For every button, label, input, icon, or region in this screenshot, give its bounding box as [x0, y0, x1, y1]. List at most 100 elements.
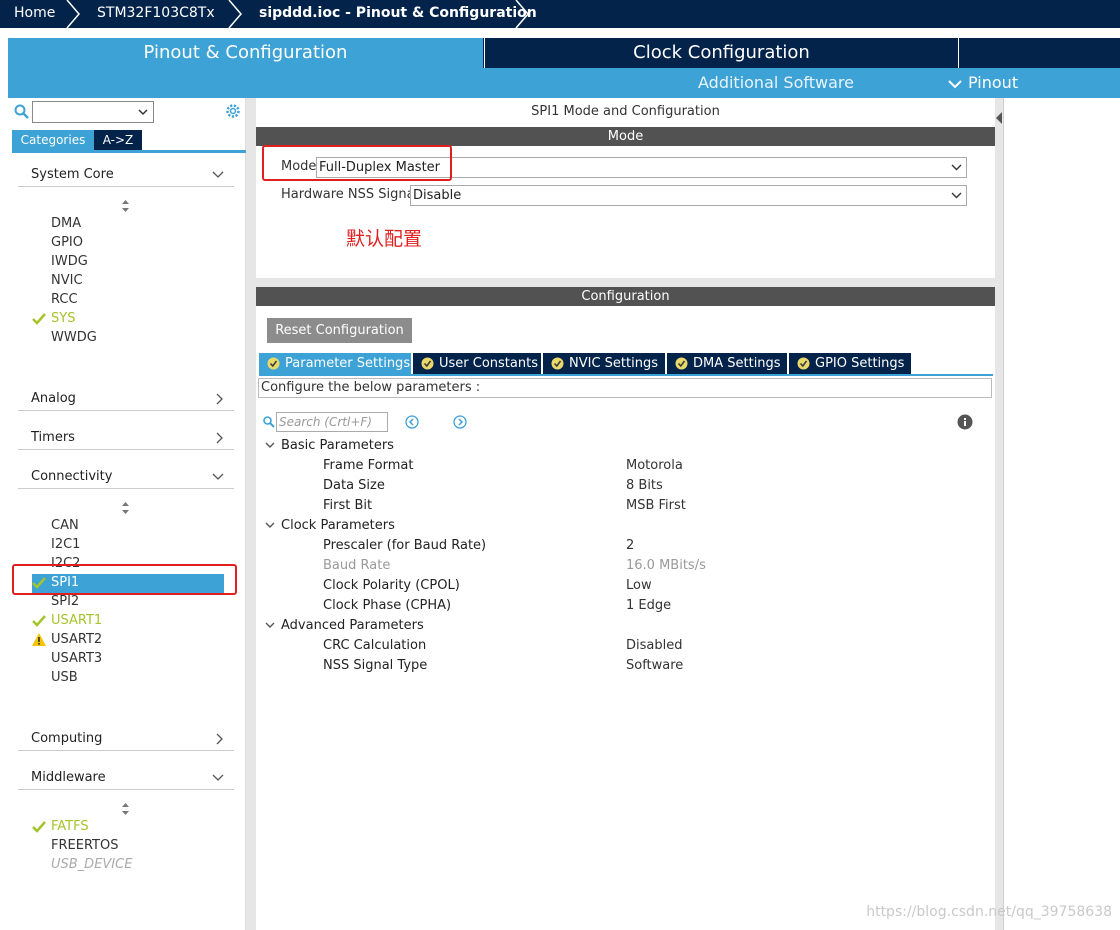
gear-icon[interactable]: [224, 102, 242, 120]
next-arrow-icon[interactable]: [453, 415, 467, 429]
tab-parameter-settings[interactable]: Parameter Settings: [259, 353, 411, 374]
param-value-first-bit[interactable]: MSB First: [626, 498, 686, 513]
chevron-down-icon[interactable]: [265, 442, 275, 449]
param-value-prescaler[interactable]: 2: [626, 538, 634, 553]
sort-icon[interactable]: [121, 803, 130, 815]
chevron-right-icon: [228, 0, 242, 28]
tab-user-constants[interactable]: User Constants: [413, 353, 541, 374]
previous-arrow-icon[interactable]: [405, 415, 419, 429]
additional-software-button[interactable]: Additional Software: [698, 68, 854, 98]
chevron-down-icon: [212, 473, 224, 480]
configuration-tab-bar: Parameter Settings User Constants NVIC S…: [259, 353, 995, 375]
check-circle-icon: [797, 357, 810, 370]
list-item-gpio[interactable]: GPIO: [51, 233, 83, 252]
mode-section-header: Mode: [256, 127, 995, 146]
page-title: SPI1 Mode and Configuration: [531, 104, 720, 119]
info-icon[interactable]: [957, 414, 973, 430]
list-item-usart1[interactable]: USART1: [51, 611, 102, 630]
param-name-first-bit: First Bit: [323, 498, 373, 513]
check-circle-icon: [421, 357, 434, 370]
annotation-highlight-box: [12, 564, 237, 595]
category-analog[interactable]: Analog: [18, 387, 234, 411]
chevron-right-icon: [216, 432, 223, 444]
tab-label: User Constants: [439, 356, 538, 371]
list-item-sys[interactable]: SYS: [51, 309, 75, 328]
sidebar-splitter[interactable]: [246, 98, 256, 930]
tab-nvic-settings[interactable]: NVIC Settings: [543, 353, 665, 374]
tab-label: Parameter Settings: [285, 356, 411, 371]
check-circle-icon: [267, 357, 280, 370]
pinout-menu-label: Pinout: [968, 73, 1019, 92]
breadcrumb-device[interactable]: STM32F103C8Tx: [97, 0, 215, 28]
check-icon: [32, 821, 46, 833]
param-name-cpha: Clock Phase (CPHA): [323, 598, 452, 613]
list-item-usart2[interactable]: USART2: [51, 630, 102, 649]
tab-underline: [259, 374, 993, 376]
annotation-note: 默认配置: [346, 228, 423, 250]
nss-label: Hardware NSS Signal: [281, 187, 419, 202]
list-item-dma[interactable]: DMA: [51, 214, 81, 233]
search-combobox[interactable]: [32, 101, 154, 123]
list-item-can[interactable]: CAN: [51, 516, 79, 535]
reset-configuration-button[interactable]: Reset Configuration: [267, 318, 412, 343]
list-item-iwdg[interactable]: IWDG: [51, 252, 88, 271]
group-advanced-parameters[interactable]: Advanced Parameters: [281, 618, 424, 633]
list-item-usb-device[interactable]: USB_DEVICE: [51, 855, 132, 874]
tab-more[interactable]: [958, 38, 1120, 68]
param-value-frame-format[interactable]: Motorola: [626, 458, 683, 473]
check-icon: [32, 615, 46, 627]
list-item-usart3[interactable]: USART3: [51, 649, 102, 668]
param-value-cpol[interactable]: Low: [626, 578, 652, 593]
chevron-down-icon[interactable]: [265, 622, 275, 629]
chevron-down-icon[interactable]: [265, 522, 275, 529]
param-value-nss-signal-type[interactable]: Software: [626, 658, 683, 673]
annotation-highlight-box: [262, 145, 452, 181]
sort-icon[interactable]: [121, 200, 130, 212]
nss-select[interactable]: Disable: [410, 185, 967, 206]
param-value-crc-calculation[interactable]: Disabled: [626, 638, 682, 653]
category-label: Computing: [31, 731, 103, 746]
category-system-core[interactable]: System Core: [18, 163, 234, 187]
tab-gpio-settings[interactable]: GPIO Settings: [789, 353, 911, 374]
category-timers[interactable]: Timers: [18, 426, 234, 450]
group-clock-parameters[interactable]: Clock Parameters: [281, 518, 395, 533]
category-computing[interactable]: Computing: [18, 727, 234, 751]
list-item-wwdg[interactable]: WWDG: [51, 328, 97, 347]
param-value-baud-rate: 16.0 MBits/s: [626, 558, 706, 573]
list-item-i2c1[interactable]: I2C1: [51, 535, 80, 554]
tab-clock-configuration[interactable]: Clock Configuration: [484, 38, 958, 68]
tab-pinout-configuration[interactable]: Pinout & Configuration: [8, 38, 483, 68]
param-value-data-size[interactable]: 8 Bits: [626, 478, 663, 493]
list-item-fatfs[interactable]: FATFS: [51, 817, 89, 836]
chevron-down-icon: [212, 774, 224, 781]
list-item-rcc[interactable]: RCC: [51, 290, 78, 309]
breadcrumb-file[interactable]: sipddd.ioc - Pinout & Configuration: [259, 0, 537, 28]
search-icon[interactable]: [14, 104, 30, 120]
tab-a-to-z[interactable]: A->Z: [94, 130, 142, 150]
category-label: Timers: [31, 430, 75, 445]
nss-select-value: Disable: [413, 188, 462, 203]
category-connectivity[interactable]: Connectivity: [18, 465, 234, 489]
group-basic-parameters[interactable]: Basic Parameters: [281, 438, 394, 453]
panel-splitter[interactable]: [995, 98, 1003, 930]
tab-categories[interactable]: Categories: [12, 130, 94, 150]
param-name-frame-format: Frame Format: [323, 458, 414, 473]
param-value-cpha[interactable]: 1 Edge: [626, 598, 671, 613]
tab-label: NVIC Settings: [569, 356, 658, 371]
tab-dma-settings[interactable]: DMA Settings: [667, 353, 787, 374]
category-middleware[interactable]: Middleware: [18, 766, 234, 790]
list-item-usb[interactable]: USB: [51, 668, 78, 687]
pinout-menu-button[interactable]: Pinout: [948, 68, 1018, 98]
main-panel: SPI1 Mode and Configuration Mode Mode Fu…: [256, 98, 995, 930]
list-item-spi2[interactable]: SPI2: [51, 592, 79, 611]
collapse-arrow-icon[interactable]: [996, 112, 1002, 132]
chevron-down-icon: [948, 79, 962, 88]
list-item-freertos[interactable]: FREERTOS: [51, 836, 118, 855]
list-item-nvic[interactable]: NVIC: [51, 271, 83, 290]
breadcrumb-home[interactable]: Home: [14, 0, 55, 28]
param-name-crc-calculation: CRC Calculation: [323, 638, 427, 653]
param-name-data-size: Data Size: [323, 478, 385, 493]
sort-icon[interactable]: [121, 502, 130, 514]
parameter-search-input[interactable]: Search (Crtl+F): [276, 412, 388, 432]
param-name-cpol: Clock Polarity (CPOL): [323, 578, 460, 593]
